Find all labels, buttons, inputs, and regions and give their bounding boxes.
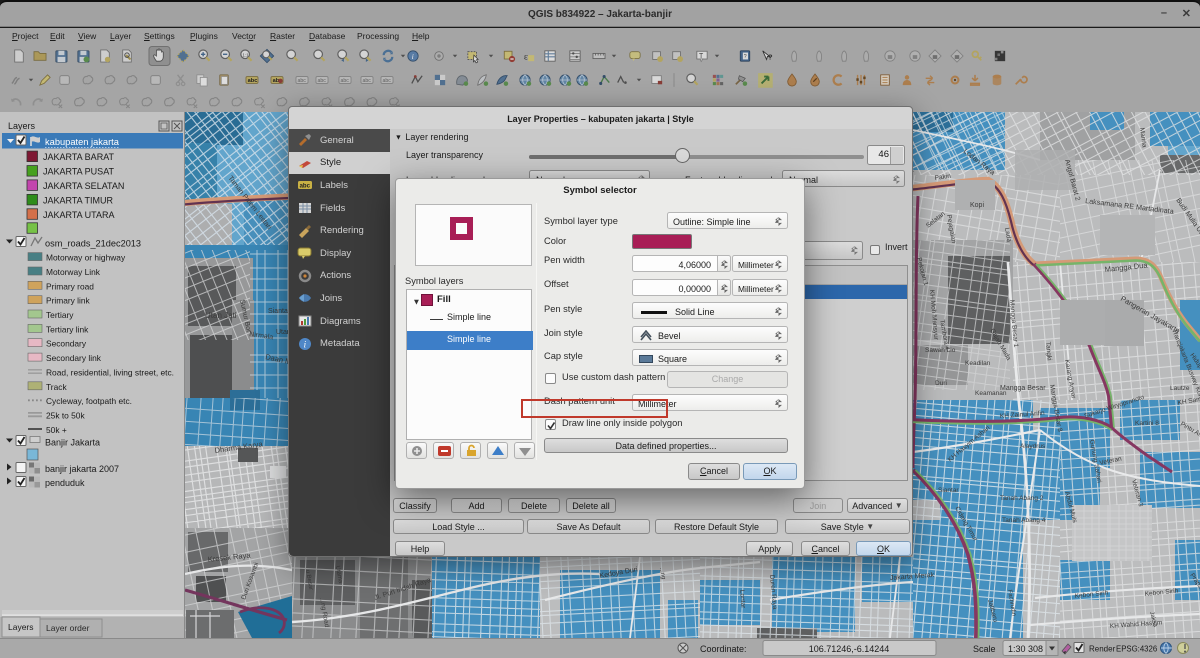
svg-text:ε: ε: [524, 52, 528, 62]
svg-text:Layers: Layers: [8, 622, 34, 632]
svg-text:abc: abc: [300, 184, 311, 190]
svg-text:JAKARTA PUSAT: JAKARTA PUSAT: [43, 167, 115, 177]
svg-text:?: ?: [768, 52, 773, 61]
svg-text:1:1: 1:1: [243, 52, 250, 57]
svg-text:Tanah Abang 2: Tanah Abang 2: [1000, 495, 1044, 502]
svg-text:Primary road: Primary road: [46, 281, 94, 291]
svg-text:Cycleway, footpath etc.: Cycleway, footpath etc.: [46, 396, 132, 406]
svg-text:Primary link: Primary link: [46, 296, 91, 306]
svg-text:abc: abc: [341, 78, 350, 84]
svg-text:abc: abc: [298, 78, 307, 84]
svg-text:Layers: Layers: [8, 121, 36, 131]
svg-text:abc: abc: [318, 78, 327, 84]
svg-text:50k +: 50k +: [46, 425, 67, 435]
svg-text:Sawah Lio: Sawah Lio: [925, 347, 956, 354]
svg-text:?: ?: [744, 54, 747, 60]
svg-text:Scale: Scale: [973, 644, 996, 654]
svg-text:Render: Render: [1089, 645, 1116, 654]
svg-text:1:30 308: 1:30 308: [1008, 644, 1043, 654]
svg-text:osm_roads_21dec2013: osm_roads_21dec2013: [45, 238, 141, 248]
svg-text:Lautze: Lautze: [1170, 385, 1190, 392]
svg-text:abc: abc: [248, 78, 258, 84]
svg-text:Keadilan: Keadilan: [965, 360, 991, 367]
svg-text:25k to 50k: 25k to 50k: [46, 411, 85, 421]
svg-text:Mangga Besar: Mangga Besar: [1000, 385, 1046, 392]
svg-text:Secondary link: Secondary link: [46, 353, 102, 363]
svg-text:Tertiary: Tertiary: [46, 310, 74, 320]
svg-text:EPSG:4326: EPSG:4326: [1116, 645, 1157, 654]
svg-text:Utan Jati: Utan Jati: [205, 311, 237, 320]
svg-text:Tertiary link: Tertiary link: [46, 324, 89, 334]
svg-text:JAKARTA UTARA: JAKARTA UTARA: [43, 210, 115, 220]
svg-text:Coordinate:: Coordinate:: [700, 644, 747, 654]
svg-text:Kartini 8: Kartini 8: [1135, 420, 1159, 427]
svg-text:Banjir Jakarta: Banjir Jakarta: [45, 437, 100, 447]
svg-text:kabupaten jakarta: kabupaten jakarta: [45, 137, 120, 147]
svg-text:i: i: [412, 52, 414, 61]
svg-text:Motorway Link: Motorway Link: [46, 267, 101, 277]
svg-text:Tanah Abang 4: Tanah Abang 4: [1002, 517, 1046, 524]
svg-text:Motorway or highway: Motorway or highway: [46, 253, 126, 263]
svg-text:Duri: Duri: [935, 380, 947, 387]
svg-text:106.71246,-6.14244: 106.71246,-6.14244: [809, 644, 890, 654]
svg-text:banjir jakarta 2007: banjir jakarta 2007: [45, 464, 119, 474]
svg-text:JAKARTA SELATAN: JAKARTA SELATAN: [43, 181, 124, 191]
svg-text:Layer order: Layer order: [46, 623, 90, 633]
svg-text:JAKARTA TIMUR: JAKARTA TIMUR: [43, 195, 114, 205]
svg-text:abc: abc: [383, 78, 392, 84]
svg-text:JAKARTA BARAT: JAKARTA BARAT: [43, 152, 115, 162]
svg-text:Road, residential, living stre: Road, residential, living street, etc.: [46, 367, 174, 377]
svg-text:Alaydrus: Alaydrus: [1020, 443, 1046, 450]
svg-text:Secondary: Secondary: [46, 339, 87, 349]
svg-text:penduduk: penduduk: [45, 478, 85, 488]
svg-text:Track: Track: [46, 382, 67, 392]
svg-text:Kopi: Kopi: [970, 202, 984, 209]
svg-text:Siantar: Siantar: [938, 487, 959, 494]
svg-text:abc: abc: [363, 78, 372, 84]
